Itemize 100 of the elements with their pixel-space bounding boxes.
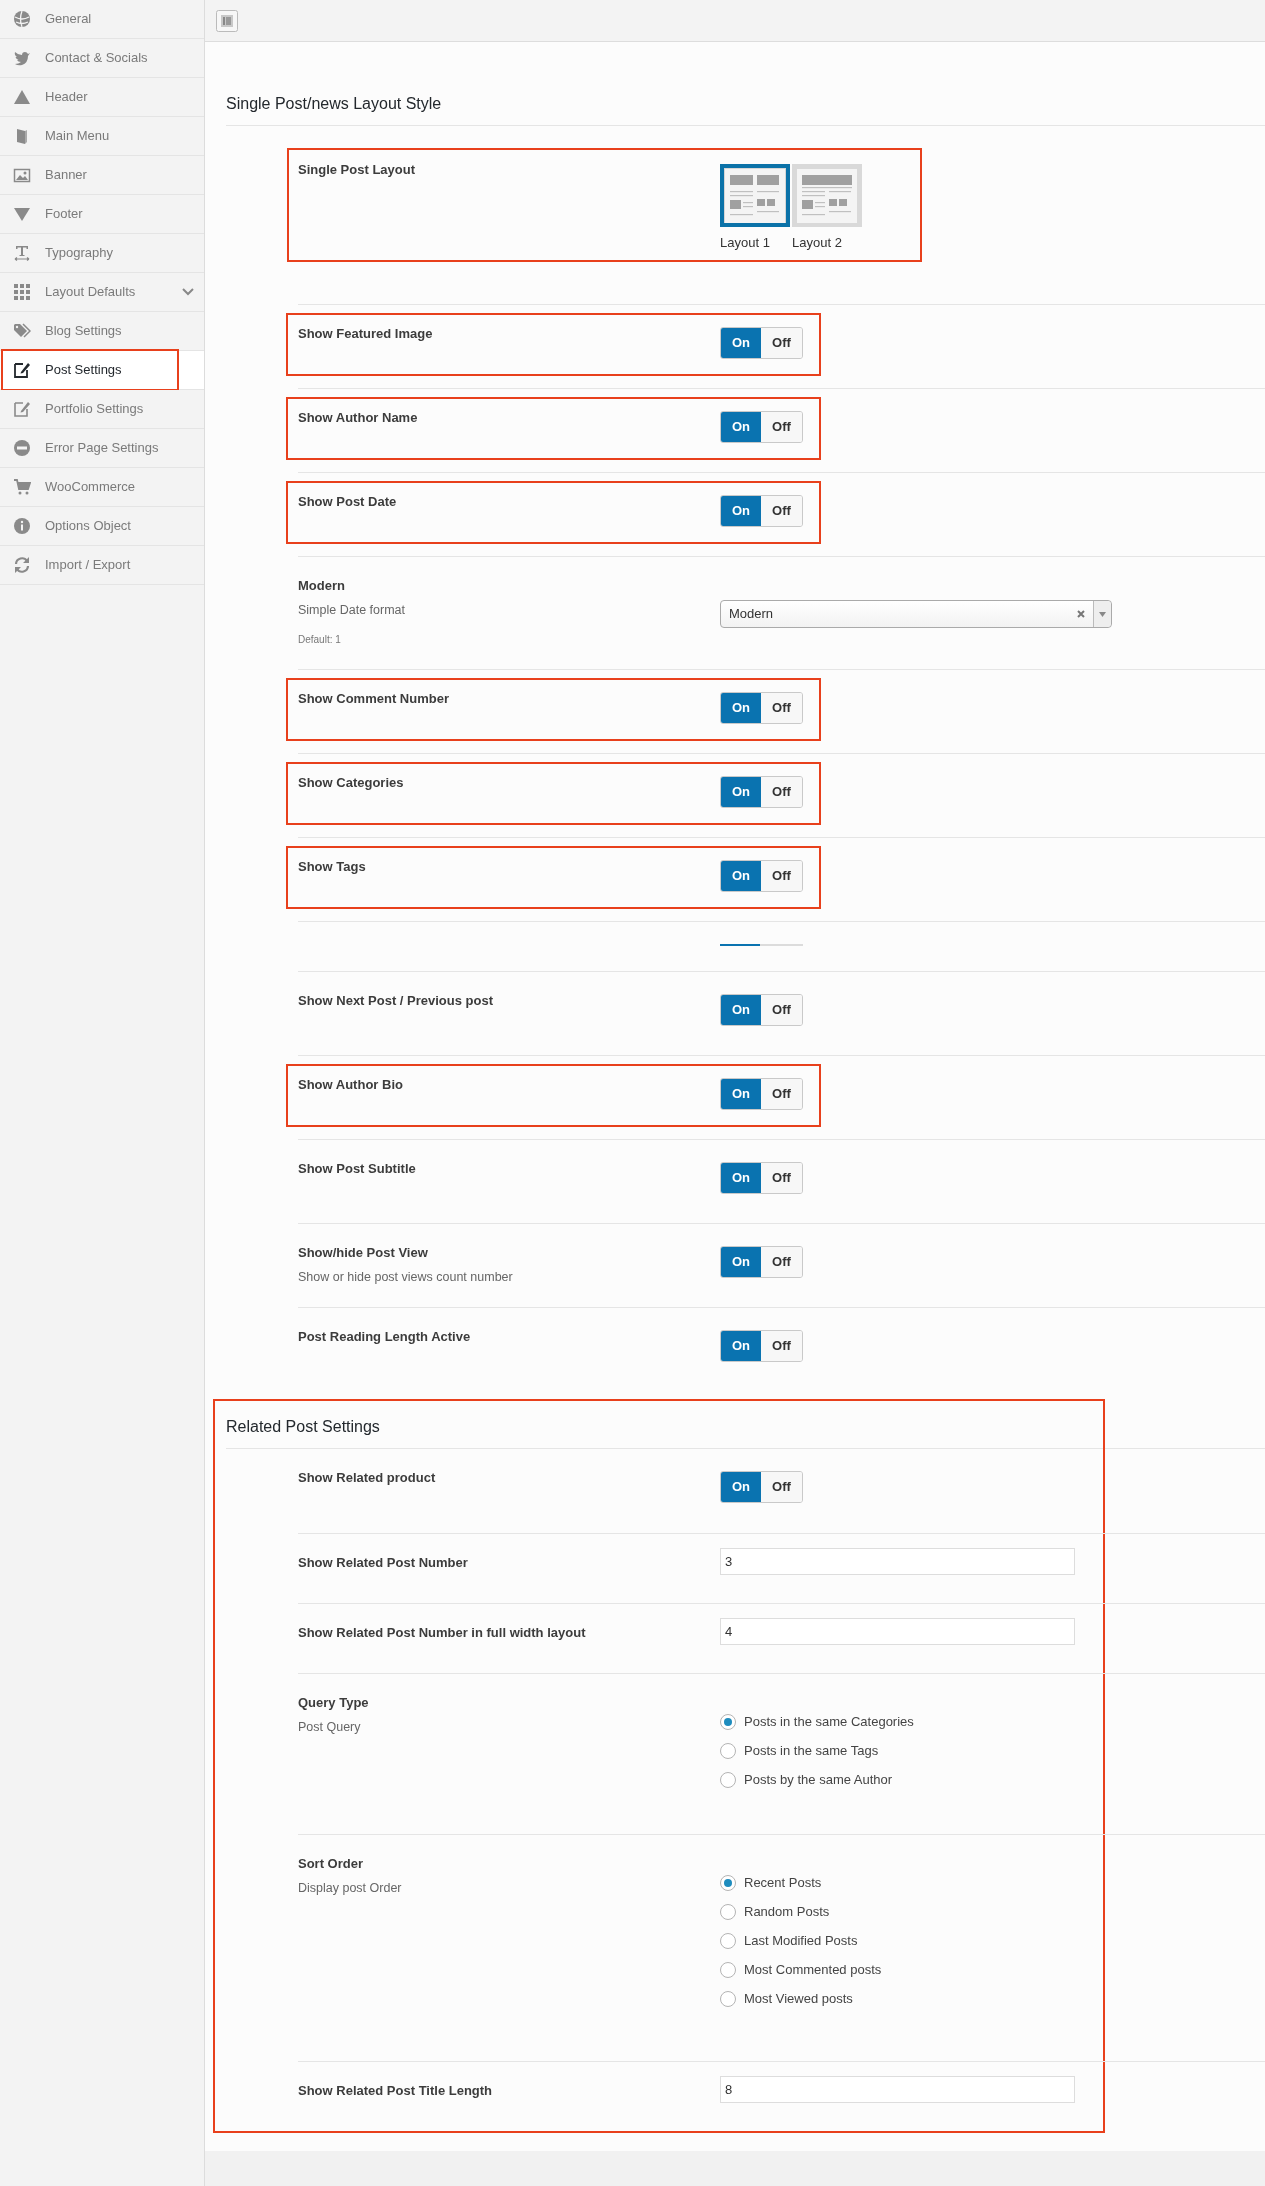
sidebar-item[interactable]: Post Settings xyxy=(0,351,204,390)
on-off-switch[interactable]: On Off xyxy=(720,692,803,724)
on-off-switch[interactable]: On Off xyxy=(720,327,803,359)
setting-label: Show Post Subtitle xyxy=(298,1160,416,1178)
off-option[interactable]: Off xyxy=(761,1079,802,1109)
radio-label[interactable]: Posts in the same Categories xyxy=(744,1712,914,1732)
sidebar-item-label: Main Menu xyxy=(45,127,111,146)
radio-button[interactable] xyxy=(720,1933,736,1949)
on-off-switch[interactable]: On Off xyxy=(720,1471,803,1503)
setting-label: Show Related Post Number xyxy=(298,1554,468,1572)
radio-button[interactable] xyxy=(720,1962,736,1978)
layout-thumbnail-drawing xyxy=(797,168,857,223)
on-option[interactable]: On xyxy=(721,861,761,891)
sidebar-item-label: Blog Settings xyxy=(45,322,123,341)
off-option[interactable]: Off xyxy=(761,861,802,891)
triangle-icon xyxy=(13,88,31,106)
text-icon xyxy=(13,244,31,262)
edit-icon xyxy=(13,361,31,379)
number-field[interactable]: 3 xyxy=(720,1548,1075,1575)
clear-icon[interactable] xyxy=(1077,610,1085,618)
on-option[interactable]: On xyxy=(721,1472,761,1502)
off-option[interactable]: Off xyxy=(761,496,802,526)
setting-label: Show Related product xyxy=(298,1469,436,1487)
caret-down-icon[interactable] xyxy=(1099,611,1106,617)
radio-button[interactable] xyxy=(720,1714,736,1730)
section-heading: Related Post Settings xyxy=(226,1415,1265,1449)
sidebar-item-label: WooCommerce xyxy=(45,478,137,497)
setting-label: Query Type xyxy=(298,1694,369,1712)
setting-label: Single Post Layout xyxy=(298,161,415,179)
radio-label[interactable]: Most Viewed posts xyxy=(744,1989,853,2009)
layout-option[interactable]: Layout 2 xyxy=(792,164,862,304)
radio-button[interactable] xyxy=(720,1875,736,1891)
setting-label: Modern xyxy=(298,577,345,595)
on-off-switch[interactable]: On Off xyxy=(720,1330,803,1362)
sidebar-item-label: Contact & Socials xyxy=(45,49,149,68)
triangle-down-icon xyxy=(13,205,31,223)
radio-label[interactable]: Random Posts xyxy=(744,1902,830,1922)
off-option[interactable]: Off xyxy=(761,693,802,723)
setting-label: Show/hide Post View xyxy=(298,1244,428,1262)
on-option[interactable]: On xyxy=(721,412,761,442)
off-option[interactable]: Off xyxy=(761,328,802,358)
number-field[interactable]: 8 xyxy=(720,2076,1075,2103)
on-option[interactable]: On xyxy=(721,1247,761,1277)
cart-icon xyxy=(13,478,31,496)
on-off-switch[interactable]: On Off xyxy=(720,1246,803,1278)
off-option[interactable]: Off xyxy=(761,1331,802,1361)
on-off-switch[interactable]: On Off xyxy=(720,1078,803,1110)
on-off-switch[interactable]: On Off xyxy=(720,495,803,527)
radio-label[interactable]: Last Modified Posts xyxy=(744,1931,858,1951)
sidebar-item-label: Options Object xyxy=(45,517,132,536)
sidebar-item-label: Error Page Settings xyxy=(45,439,160,458)
section-heading: Single Post/news Layout Style xyxy=(226,92,1265,126)
on-option[interactable]: On xyxy=(721,1163,761,1193)
on-option[interactable]: On xyxy=(721,1331,761,1361)
dropdown-field[interactable]: Modern xyxy=(720,600,1112,628)
off-option[interactable]: Off xyxy=(761,1472,802,1502)
setting-label: Show Next Post / Previous post xyxy=(298,992,494,1010)
on-option[interactable]: On xyxy=(721,496,761,526)
setting-label: Show Comment Number xyxy=(298,690,449,708)
on-option[interactable]: On xyxy=(721,777,761,807)
setting-label: Show Author Bio xyxy=(298,1076,403,1094)
off-option[interactable]: Off xyxy=(761,777,802,807)
off-option[interactable]: Off xyxy=(761,1163,802,1193)
off-option[interactable]: Off xyxy=(761,995,802,1025)
on-option[interactable]: On xyxy=(721,328,761,358)
layout-option[interactable]: Layout 1 xyxy=(720,164,790,304)
on-option[interactable]: On xyxy=(721,693,761,723)
radio-button[interactable] xyxy=(720,1743,736,1759)
radio-label[interactable]: Most Commented posts xyxy=(744,1960,882,1980)
on-off-switch[interactable]: On Off xyxy=(720,411,803,443)
setting-label: Post Reading Length Active xyxy=(298,1328,471,1346)
default-note: Default: 1 xyxy=(298,632,341,647)
sidebar-item-label: Typography xyxy=(45,244,114,263)
on-option[interactable]: On xyxy=(721,1079,761,1109)
on-off-switch[interactable]: On Off xyxy=(720,776,803,808)
radio-button[interactable] xyxy=(720,1991,736,2007)
sidebar-item[interactable]: Portfolio Settings xyxy=(0,390,204,429)
off-option[interactable]: Off xyxy=(761,412,802,442)
setting-label: Show Related Post Title Length xyxy=(298,2082,493,2100)
panel-toggle-icon[interactable] xyxy=(216,9,238,32)
sidebar-item-label: Import / Export xyxy=(45,556,132,575)
info-icon xyxy=(13,517,31,535)
radio-label[interactable]: Posts by the same Author xyxy=(744,1770,893,1790)
radio-label[interactable]: Recent Posts xyxy=(744,1873,822,1893)
radio-label[interactable]: Posts in the same Tags xyxy=(744,1741,879,1761)
on-option[interactable]: On xyxy=(721,995,761,1025)
off-option[interactable]: Off xyxy=(761,1247,802,1277)
radio-button[interactable] xyxy=(720,1772,736,1788)
setting-label: Show Featured Image xyxy=(298,325,433,343)
sidebar-item-label: Footer xyxy=(45,205,84,224)
sidebar-item-label: General xyxy=(45,10,93,29)
on-off-switch[interactable]: On Off xyxy=(720,860,803,892)
sidebar-item-label: Header xyxy=(45,88,89,107)
edit-icon xyxy=(13,400,31,418)
chevron-down-icon[interactable] xyxy=(182,288,194,296)
number-field[interactable]: 4 xyxy=(720,1618,1075,1645)
on-off-switch[interactable]: On Off xyxy=(720,1162,803,1194)
tag-icon xyxy=(13,322,31,340)
on-off-switch[interactable]: On Off xyxy=(720,994,803,1026)
radio-button[interactable] xyxy=(720,1904,736,1920)
